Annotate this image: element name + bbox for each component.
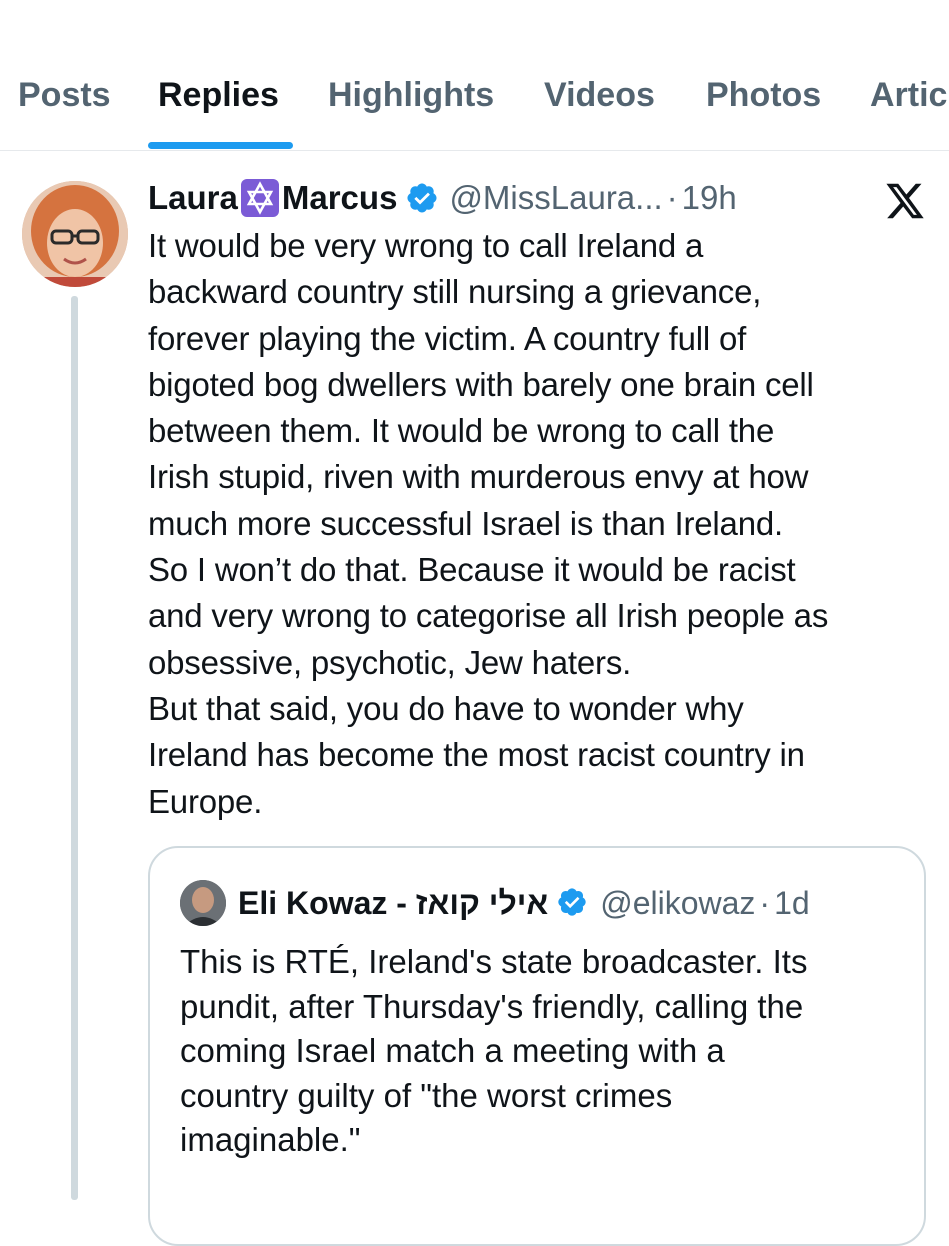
quote-avatar[interactable] (180, 880, 226, 926)
name-first: Laura (148, 179, 238, 216)
thread-line (71, 296, 78, 1200)
quote-timestamp[interactable]: 1d (774, 885, 810, 922)
profile-tabs: Posts Replies Highlights Videos Photos A… (0, 0, 949, 151)
tabs-divider (0, 150, 949, 151)
tweet-line: much more successful Israel is than Irel… (148, 504, 783, 542)
tab-articles[interactable]: Artic (870, 76, 947, 115)
verified-badge-icon (556, 886, 590, 920)
separator: · (666, 179, 678, 216)
quote-header: Eli Kowaz - אילי קואז @elikowaz · 1d (180, 880, 810, 926)
x-logo-icon[interactable] (884, 182, 926, 220)
star-of-david-icon (240, 178, 280, 218)
quote-display-name[interactable]: Eli Kowaz - אילי קואז (238, 885, 548, 922)
tweet-line: But that said, you do have to wonder why (148, 689, 744, 727)
quoted-tweet[interactable]: Eli Kowaz - אילי קואז @elikowaz · 1d Thi… (148, 846, 926, 1246)
tweet-line: It would be very wrong to call Ireland a (148, 227, 704, 264)
handle[interactable]: @MissLaura... (449, 179, 662, 217)
quote-handle[interactable]: @elikowaz (600, 885, 755, 922)
tweet-line: obsessive, psychotic, Jew haters. (148, 643, 632, 681)
tweet-text: It would be very wrong to call Ireland a… (148, 223, 928, 825)
quote-line: coming Israel match a meeting with a (180, 1032, 725, 1069)
tweet-line: bigoted bog dwellers with barely one bra… (148, 365, 814, 403)
tab-posts[interactable]: Posts (18, 76, 111, 115)
tab-photos[interactable]: Photos (706, 76, 821, 115)
tab-highlights[interactable]: Highlights (328, 76, 494, 115)
separator: · (759, 884, 771, 921)
verified-badge-icon (405, 181, 439, 215)
tweet-line: forever playing the victim. A country fu… (148, 319, 747, 357)
quote-line: pundit, after Thursday's friendly, calli… (180, 987, 804, 1025)
quote-line: This is RTÉ, Ireland's state broadcaster… (180, 943, 808, 980)
quote-text: This is RTÉ, Ireland's state broadcaster… (180, 940, 920, 1163)
tweet-line: backward country still nursing a grievan… (148, 273, 762, 311)
tweet-line: and very wrong to categorise all Irish p… (148, 597, 829, 635)
tweet-line: Ireland has become the most racist count… (148, 736, 805, 774)
tweet-header: Laura Marcus @MissLaura... · 19h (148, 176, 737, 220)
tweet-line: between them. It would be wrong to call … (148, 412, 775, 450)
quote-line: country guilty of "the worst crimes (180, 1076, 673, 1114)
tweet-line: So I won’t do that. Because it would be … (148, 551, 796, 589)
tweet-line: Europe. (148, 782, 263, 820)
name-last: Marcus (281, 179, 398, 216)
timestamp[interactable]: 19h (682, 179, 737, 217)
display-name[interactable]: Laura Marcus (148, 178, 397, 218)
avatar[interactable] (22, 181, 128, 287)
tab-videos[interactable]: Videos (544, 76, 655, 115)
tab-replies[interactable]: Replies (158, 76, 279, 115)
active-tab-indicator (148, 142, 293, 149)
tweet-line: Irish stupid, riven with murderous envy … (148, 458, 809, 496)
quote-line: imaginable." (180, 1121, 361, 1158)
